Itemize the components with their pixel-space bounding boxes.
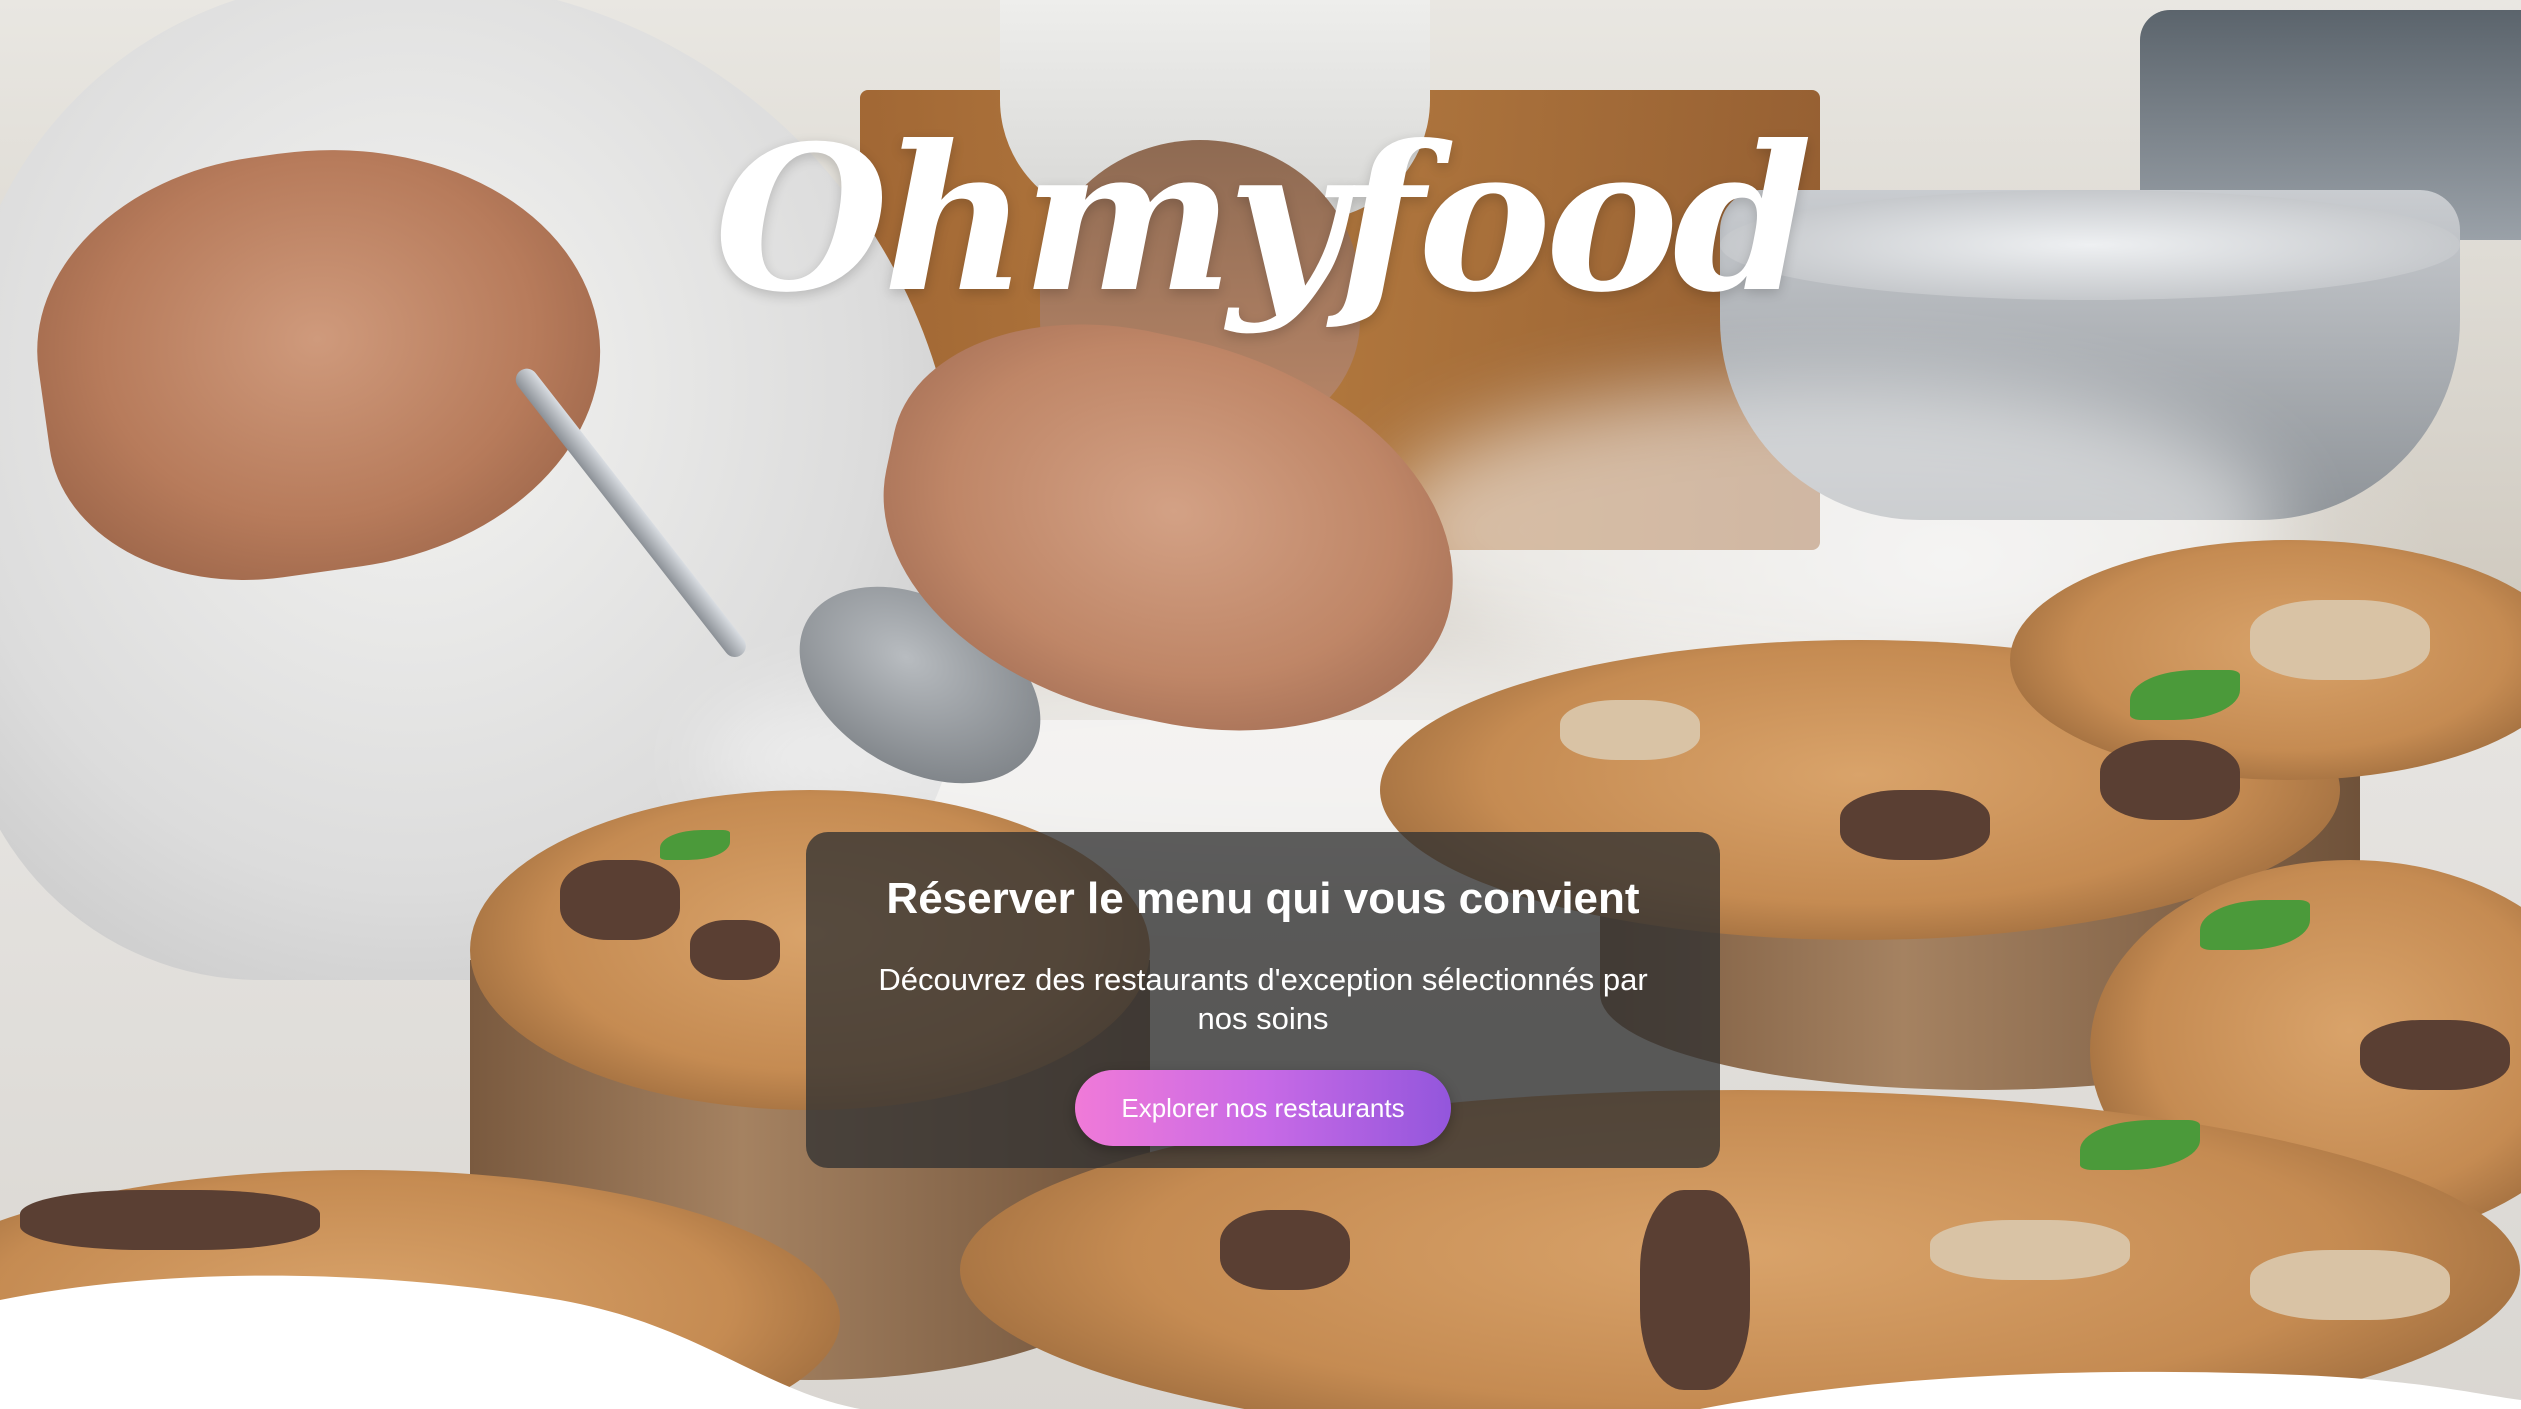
mushroom-piece xyxy=(1560,700,1700,760)
explore-restaurants-button[interactable]: Explorer nos restaurants xyxy=(1075,1070,1451,1146)
hero-card: Réserver le menu qui vous convient Décou… xyxy=(806,832,1720,1168)
mushroom-piece xyxy=(2100,740,2240,820)
hero-title: Réserver le menu qui vous convient xyxy=(886,874,1640,923)
bottom-wave-shape xyxy=(0,1275,2521,1409)
mushroom-piece xyxy=(2250,600,2430,680)
brand-logo[interactable]: Ohmyfood xyxy=(0,110,2521,330)
mushroom-piece xyxy=(690,920,780,980)
hero-subtitle: Découvrez des restaurants d'exception sé… xyxy=(878,962,1648,1036)
mushroom-piece xyxy=(560,860,680,940)
mushroom-piece xyxy=(1840,790,1990,860)
mushroom-piece xyxy=(20,1190,320,1250)
mushroom-piece xyxy=(2360,1020,2510,1090)
